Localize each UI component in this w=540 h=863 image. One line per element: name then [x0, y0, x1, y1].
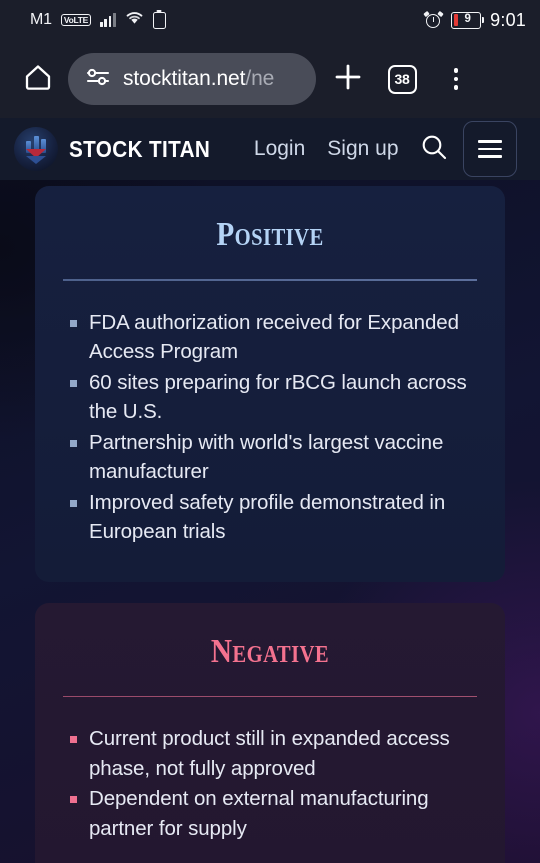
hamburger-menu-icon: [477, 140, 502, 158]
list-item: Improved safety profile demonstrated in …: [63, 488, 477, 547]
status-bar-right: 9 9:01: [423, 9, 526, 31]
url-domain: stocktitan.net: [123, 67, 246, 90]
sim-card-icon: [152, 11, 166, 29]
browser-toolbar: stocktitan.net/ne 38: [0, 40, 540, 118]
positive-card: Positive FDA authorization received for …: [35, 186, 505, 582]
status-bar: M1 VoLTE 9 9:01: [0, 0, 540, 40]
wifi-icon: [125, 10, 144, 30]
header-search-button[interactable]: [419, 132, 449, 167]
list-item: Dependent on external manufacturing part…: [63, 784, 477, 843]
new-tab-button[interactable]: [326, 57, 370, 101]
volte-badge: VoLTE: [60, 13, 91, 27]
carrier-label: M1: [30, 11, 52, 28]
header-nav: Login Sign up: [254, 137, 399, 161]
negative-card-divider: [63, 695, 477, 697]
status-bar-left: M1 VoLTE: [30, 10, 166, 30]
home-icon: [23, 62, 53, 96]
address-bar-url[interactable]: stocktitan.net/ne: [123, 67, 274, 91]
browser-menu-button[interactable]: [434, 57, 478, 101]
stock-titan-logo-icon: [14, 127, 58, 171]
brand-name-label: STOCK TITAN: [69, 135, 211, 162]
login-link[interactable]: Login: [254, 137, 305, 161]
list-item: 60 sites preparing for rBCG launch acros…: [63, 368, 477, 427]
battery-icon: 9: [451, 11, 482, 29]
site-header: STOCK TITAN Login Sign up: [0, 118, 540, 180]
phone-screen: M1 VoLTE 9 9:01 stocktitan.net/ne 38 STO…: [0, 0, 540, 863]
three-dot-menu-icon: [453, 68, 459, 90]
site-logo-link[interactable]: STOCK TITAN: [14, 127, 226, 171]
list-item: Current product still in expanded access…: [63, 724, 477, 783]
positive-card-title: Positive: [216, 216, 324, 253]
page-content: Positive FDA authorization received for …: [0, 180, 540, 863]
signal-bars-icon: [99, 13, 116, 27]
home-button[interactable]: [18, 59, 58, 99]
list-item: Partnership with world's largest vaccine…: [63, 428, 477, 487]
address-bar[interactable]: stocktitan.net/ne: [68, 53, 316, 105]
negative-card-title: Negative: [210, 632, 330, 670]
negative-card: Negative Current product still in expand…: [35, 602, 505, 863]
plus-icon: [332, 61, 364, 98]
tab-count-badge: 38: [387, 64, 417, 94]
hamburger-menu-button[interactable]: [462, 121, 517, 177]
battery-percent-label: 9: [464, 13, 471, 26]
search-icon: [419, 132, 449, 167]
signup-link[interactable]: Sign up: [327, 137, 398, 161]
alarm-clock-icon: [423, 10, 444, 29]
positive-card-divider: [63, 279, 477, 281]
tune-icon[interactable]: [86, 66, 111, 93]
negative-bullet-list: Current product still in expanded access…: [63, 724, 477, 843]
clock-label: 9:01: [490, 9, 526, 30]
tab-switcher-button[interactable]: 38: [380, 57, 424, 101]
url-path: /ne: [245, 67, 275, 90]
positive-bullet-list: FDA authorization received for Expanded …: [63, 308, 477, 547]
list-item: FDA authorization received for Expanded …: [63, 308, 477, 367]
